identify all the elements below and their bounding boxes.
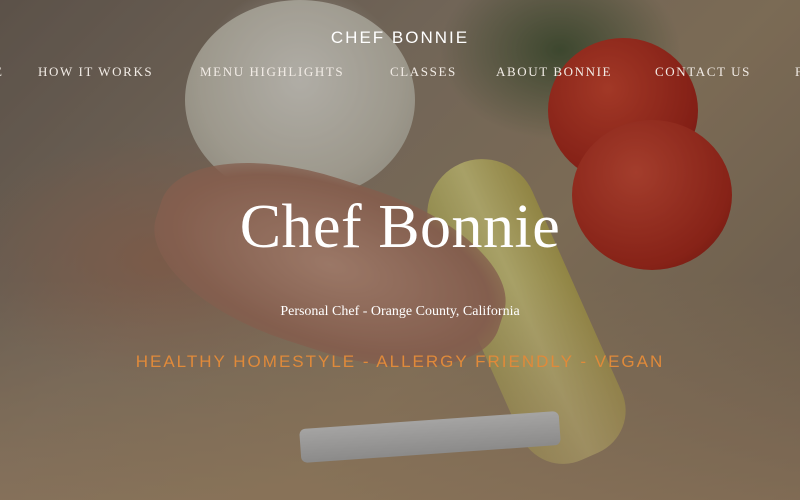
hero-title: Chef Bonnie bbox=[239, 193, 561, 261]
main-nav: E HOW IT WORKS MENU HIGHLIGHTS CLASSES A… bbox=[0, 64, 800, 84]
nav-item-classes[interactable]: CLASSES bbox=[390, 64, 457, 80]
nav-item-menu-highlights[interactable]: MENU HIGHLIGHTS bbox=[200, 64, 344, 80]
nav-item-contact-us[interactable]: CONTACT US bbox=[655, 64, 751, 80]
hero-subtitle: Personal Chef - Orange County, Californi… bbox=[280, 304, 520, 319]
nav-item-more[interactable]: F bbox=[795, 64, 800, 80]
hero-tagline: HEALTHY HOMESTYLE - ALLERGY FRIENDLY - V… bbox=[135, 352, 665, 371]
site-brand[interactable]: CHEF BONNIE bbox=[0, 28, 800, 48]
nav-item-home[interactable]: E bbox=[0, 64, 4, 80]
nav-item-about-bonnie[interactable]: ABOUT BONNIE bbox=[496, 64, 612, 80]
nav-item-how-it-works[interactable]: HOW IT WORKS bbox=[38, 64, 153, 80]
